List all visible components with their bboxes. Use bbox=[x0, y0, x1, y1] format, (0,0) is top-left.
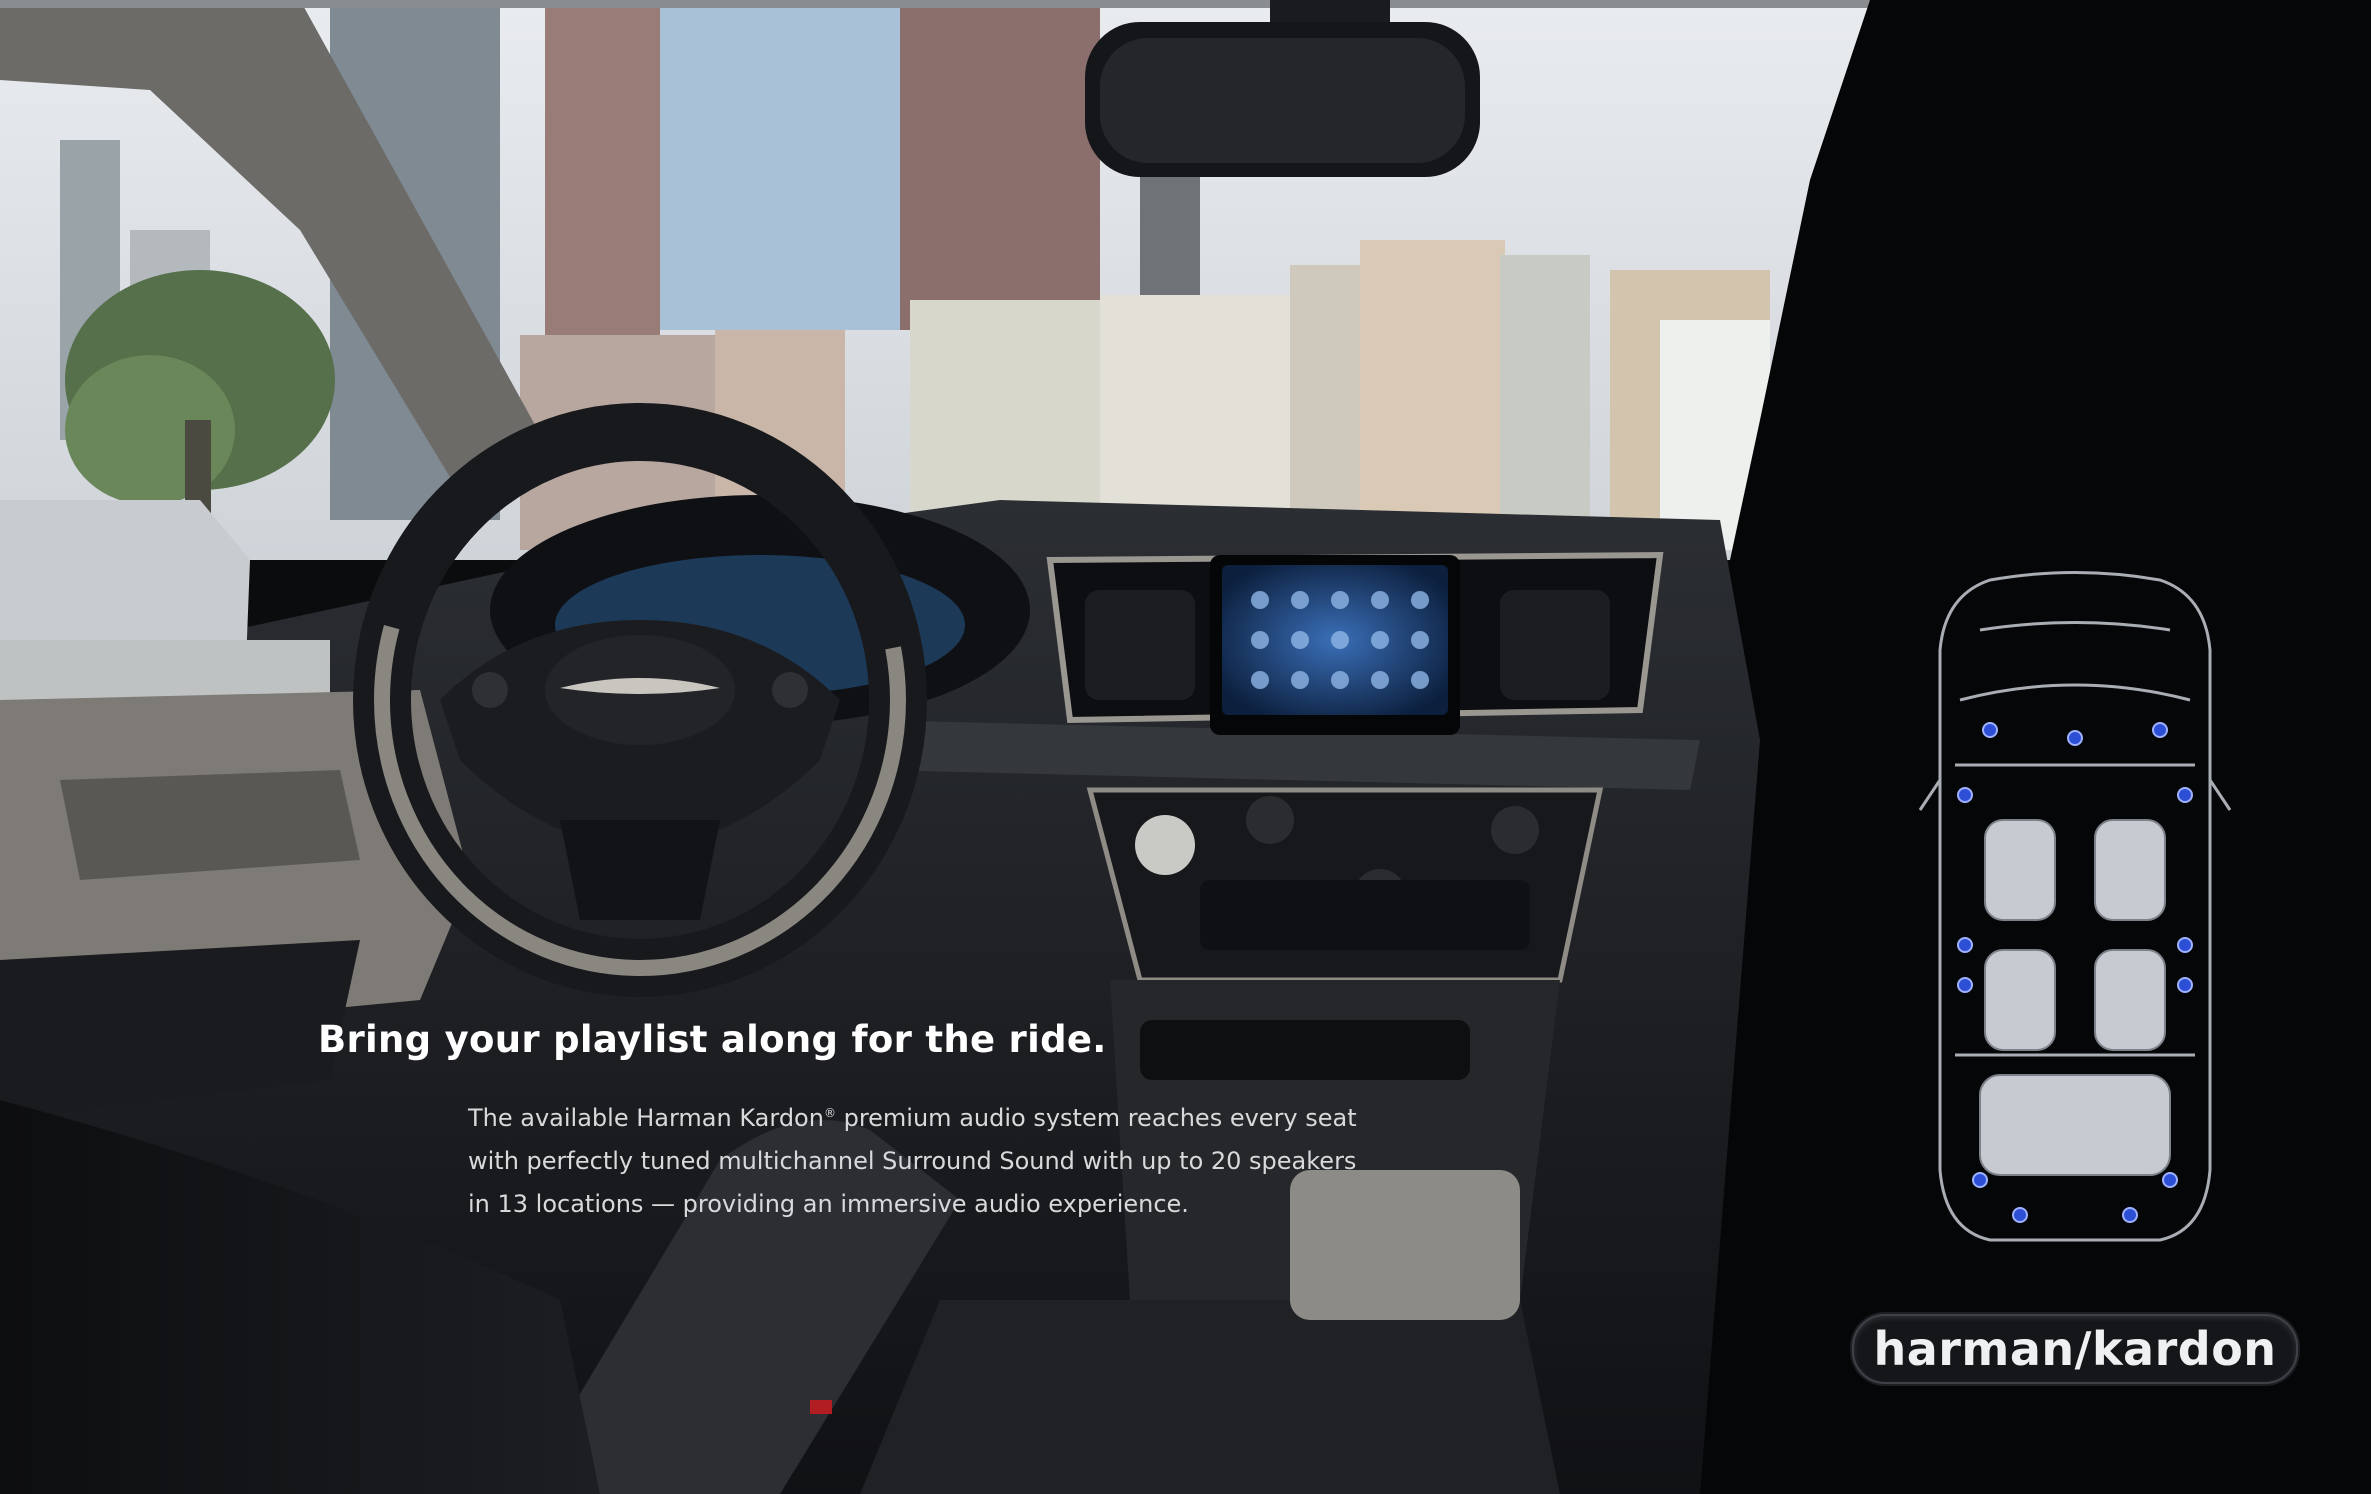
body-line-1: The available Harman Kardon® premium aud… bbox=[468, 1104, 1357, 1132]
body-copy: The available Harman Kardon® premium aud… bbox=[468, 1092, 1368, 1226]
center-console bbox=[860, 1300, 1560, 1494]
body-line-2: with perfectly tuned multichannel Surrou… bbox=[468, 1147, 1357, 1175]
headline: Bring your playlist along for the ride. bbox=[318, 1018, 1107, 1061]
brand-logo-text: harman/kardon bbox=[1873, 1322, 2277, 1376]
rearview-mirror bbox=[1085, 0, 1480, 177]
harman-kardon-logo: harman/kardon bbox=[1852, 1314, 2298, 1384]
registered-mark: ® bbox=[823, 1106, 836, 1120]
vehicle-speaker-diagram bbox=[1918, 571, 2232, 1242]
body-line-3: in 13 locations — providing an immersive… bbox=[468, 1190, 1189, 1218]
brochure-page: Bring your playlist along for the ride. … bbox=[0, 0, 2371, 1494]
seats bbox=[1979, 819, 2171, 1176]
